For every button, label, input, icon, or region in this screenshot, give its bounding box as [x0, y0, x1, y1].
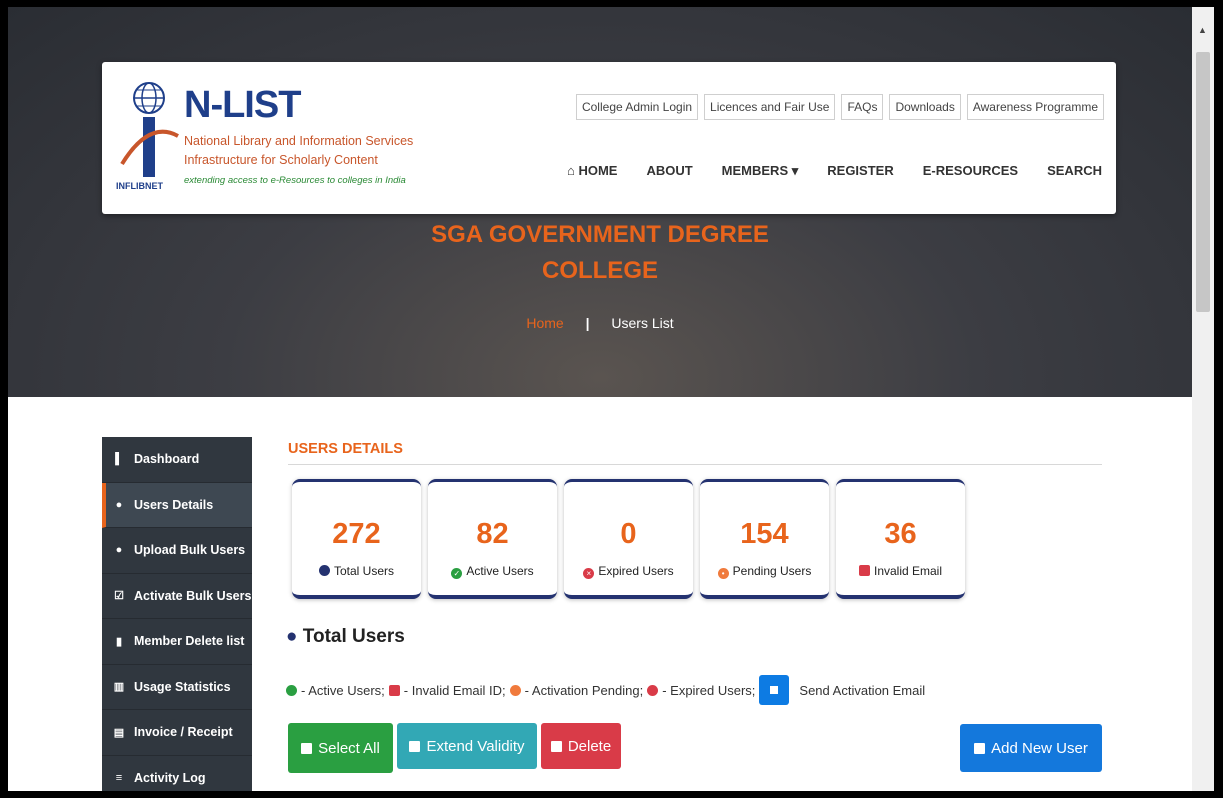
delete-button[interactable]: Delete — [541, 723, 621, 769]
square-icon — [301, 742, 313, 754]
logo-tagline: extending access to e-Resources to colle… — [184, 175, 406, 186]
sidebar-item-member-delete-list[interactable]: ▮ Member Delete list — [102, 619, 252, 665]
users-icon — [318, 565, 330, 576]
hero-banner: N-LIST National Library and Information … — [8, 7, 1192, 397]
stat-value: 154 — [740, 518, 789, 550]
checkbox-icon: ☑ — [114, 590, 124, 603]
sidebar-item-invoice-receipt[interactable]: ▤ Invoice / Receipt — [102, 710, 252, 756]
sidebar-item-activity-log[interactable]: ≡ Activity Log — [102, 755, 252, 791]
faqs-link[interactable]: FAQs — [841, 94, 884, 120]
chart-icon: ▥ — [113, 681, 125, 694]
stat-card-pending-users[interactable]: 154 • Pending Users — [700, 479, 829, 599]
college-admin-login-link[interactable]: College Admin Login — [575, 94, 699, 120]
status-legend: - Active Users; - Invalid Email ID; - Ac… — [286, 675, 925, 705]
total-users-heading: ● Total Users — [286, 626, 405, 647]
envelope-icon — [858, 565, 870, 576]
stat-value: 272 — [332, 518, 381, 550]
check-circle-icon: ✓ — [451, 568, 463, 579]
logo-subtitle-1: National Library and Information Service… — [184, 134, 414, 148]
select-all-button[interactable]: Select All — [288, 723, 393, 773]
users-icon: ● — [286, 626, 303, 647]
scrollbar[interactable]: ▲ — [1192, 7, 1214, 791]
stat-card-expired-users[interactable]: 0 × Expired Users — [564, 479, 693, 599]
downloads-link[interactable]: Downloads — [889, 94, 961, 120]
browser-page: N-LIST National Library and Information … — [8, 7, 1214, 791]
sidebar-item-activate-bulk-users[interactable]: ☑ Activate Bulk Users — [102, 573, 252, 619]
header-card: N-LIST National Library and Information … — [102, 62, 1116, 214]
inflibnet-label: INFLIBNET — [116, 181, 163, 191]
nav-register[interactable]: REGISTER — [827, 163, 893, 179]
times-circle-icon: × — [583, 568, 595, 579]
nav-about[interactable]: ABOUT — [646, 163, 692, 179]
users-icon: ● — [115, 544, 123, 557]
sidebar-item-usage-statistics[interactable]: ▥ Usage Statistics — [102, 664, 252, 710]
times-circle-icon — [647, 684, 659, 696]
stat-card-total-users[interactable]: 272 Total Users — [292, 479, 421, 599]
user-plus-icon — [974, 742, 986, 754]
stat-card-invalid-email[interactable]: 36 Invalid Email — [836, 479, 965, 599]
envelope-icon — [388, 684, 400, 696]
plus-square-icon — [409, 740, 421, 752]
top-links: College Admin Login Licences and Fair Us… — [575, 94, 1104, 120]
home-icon: ⌂ — [566, 163, 579, 178]
extend-validity-button[interactable]: Extend Validity — [397, 723, 537, 769]
print-icon: ▤ — [113, 726, 125, 739]
stat-value: 82 — [476, 518, 509, 550]
add-new-user-button[interactable]: Add New User — [960, 724, 1102, 772]
breadcrumb-home-link[interactable]: Home — [526, 315, 563, 331]
nav-search[interactable]: SEARCH — [1047, 163, 1102, 179]
scrollbar-thumb[interactable] — [1196, 52, 1210, 312]
stat-value: 0 — [620, 518, 637, 550]
nav-e-resources[interactable]: E-RESOURCES — [923, 163, 1018, 179]
sidebar-item-upload-bulk-users[interactable]: ● Upload Bulk Users — [102, 528, 252, 574]
pending-circle-icon: • — [717, 568, 729, 579]
stat-card-active-users[interactable]: 82 ✓ Active Users — [428, 479, 557, 599]
college-name: SGA GOVERNMENT DEGREE COLLEGE — [431, 221, 769, 284]
main-nav: ⌂ HOME ABOUT MEMBERS ▾ REGISTER E-RESOUR… — [567, 163, 1102, 179]
sidebar-item-dashboard[interactable]: ▌ Dashboard — [102, 437, 252, 483]
breadcrumb: Home | Users List — [8, 315, 1192, 331]
nav-members[interactable]: MEMBERS ▾ — [722, 163, 799, 179]
licences-link[interactable]: Licences and Fair Use — [704, 94, 836, 120]
trash-icon: ▮ — [115, 635, 123, 648]
section-title: USERS DETAILS — [288, 441, 403, 457]
sidebar: ▌ Dashboard ● Users Details ● Upload Bulk U… — [102, 437, 252, 791]
nav-home[interactable]: ⌂ HOME — [567, 163, 617, 179]
user-icon: ● — [115, 498, 123, 511]
awareness-link[interactable]: Awareness Programme — [966, 94, 1104, 120]
stat-value: 36 — [884, 518, 917, 550]
trash-icon — [550, 740, 562, 752]
breadcrumb-separator: | — [585, 315, 590, 331]
sidebar-item-users-details[interactable]: ● Users Details — [102, 482, 252, 528]
send-activation-email-button[interactable] — [759, 675, 790, 705]
section-divider — [288, 464, 1102, 465]
nlist-logo-title: N-LIST — [184, 84, 301, 126]
list-icon: ≡ — [115, 771, 123, 784]
scroll-up-arrow-icon[interactable]: ▲ — [1198, 25, 1207, 35]
dashboard-icon: ▌ — [115, 453, 123, 466]
logo-subtitle-2: Infrastructure for Scholarly Content — [184, 153, 378, 167]
stats-row: 272 Total Users 82 ✓ Active Users 0 × Expi… — [292, 479, 965, 599]
check-circle-icon — [286, 684, 297, 696]
breadcrumb-current: Users List — [611, 315, 674, 331]
pending-circle-icon — [509, 684, 521, 696]
